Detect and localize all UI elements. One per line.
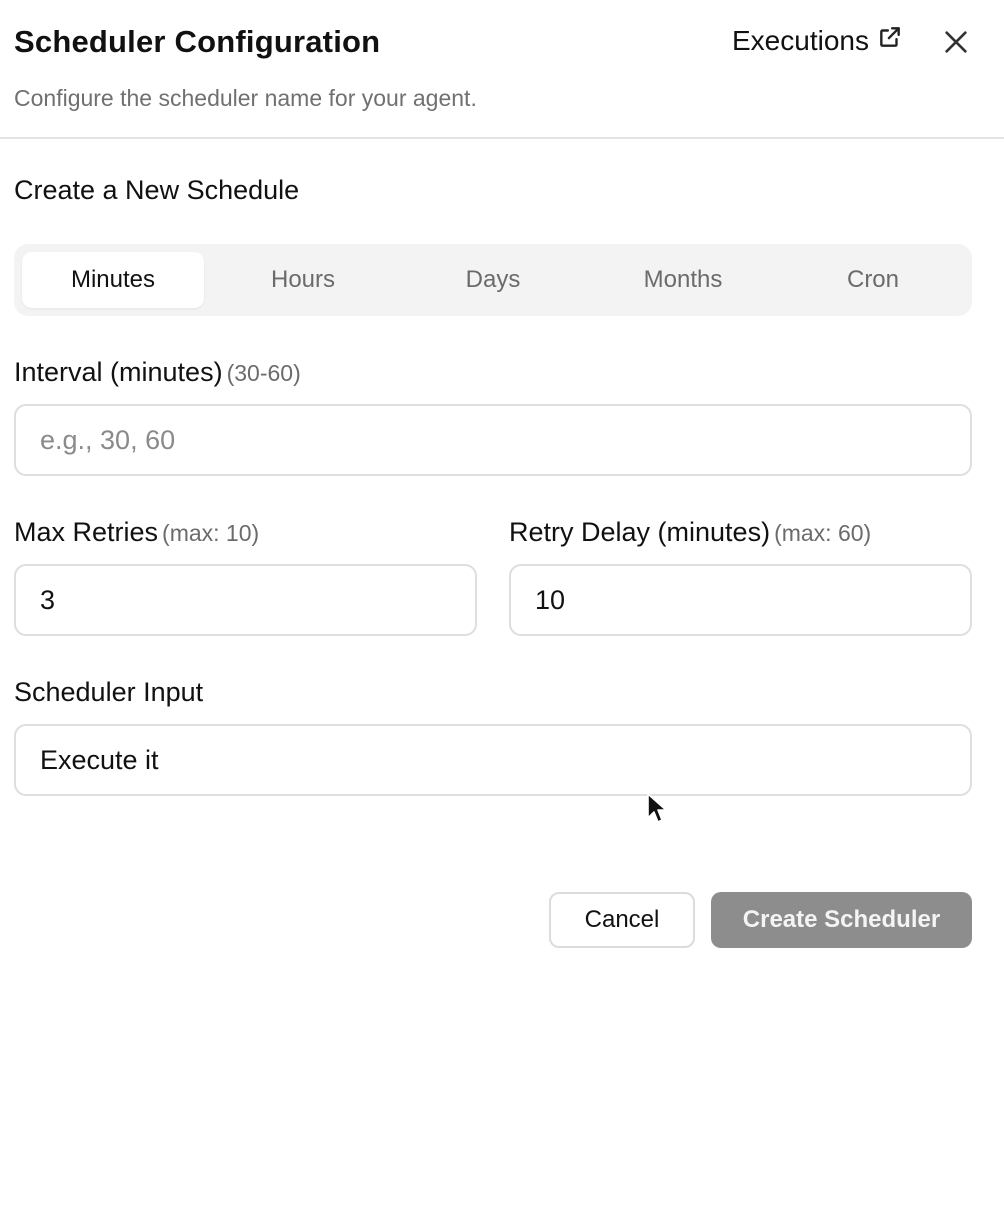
max-retries-label: Max Retries (max: 10) (14, 517, 259, 548)
executions-link[interactable]: Executions (732, 24, 903, 57)
executions-label: Executions (732, 24, 869, 56)
tab-months[interactable]: Months (592, 252, 774, 308)
max-retries-hint: (max: 10) (162, 520, 260, 546)
retry-delay-label-text: Retry Delay (minutes) (509, 517, 771, 547)
scheduler-input-label: Scheduler Input (14, 677, 204, 707)
dialog-header: Scheduler Configuration Configure the sc… (0, 0, 1004, 139)
max-retries-input[interactable] (16, 566, 475, 634)
interval-label-text: Interval (minutes) (14, 357, 223, 387)
scheduler-input-field (14, 724, 972, 796)
interval-label: Interval (minutes) (30-60) (14, 357, 301, 388)
section-title: Create a New Schedule (14, 175, 300, 205)
retry-delay-input[interactable] (511, 566, 970, 634)
retry-delay-hint: (max: 60) (774, 520, 872, 546)
tab-hours[interactable]: Hours (212, 252, 394, 308)
scheduler-dialog: Scheduler Configuration Configure the sc… (0, 0, 1004, 1228)
schedule-type-tabs: Minutes Hours Days Months Cron (14, 244, 972, 316)
max-retries-field (14, 564, 477, 636)
retry-delay-label: Retry Delay (minutes) (max: 60) (509, 517, 871, 548)
dialog-subtitle: Configure the scheduler name for your ag… (14, 85, 477, 111)
cancel-button[interactable]: Cancel (549, 892, 695, 948)
tab-minutes[interactable]: Minutes (22, 252, 204, 308)
close-button[interactable] (940, 26, 972, 58)
max-retries-label-text: Max Retries (14, 517, 159, 547)
dialog-title: Scheduler Configuration (14, 24, 381, 59)
retry-delay-field (509, 564, 972, 636)
tab-cron[interactable]: Cron (782, 252, 964, 308)
close-icon (940, 31, 972, 62)
mouse-cursor-icon (647, 793, 667, 823)
tab-days[interactable]: Days (402, 252, 584, 308)
external-link-icon (877, 24, 903, 57)
interval-hint: (30-60) (226, 360, 301, 386)
create-scheduler-button[interactable]: Create Scheduler (711, 892, 972, 948)
interval-input[interactable] (16, 406, 970, 474)
interval-field (14, 404, 972, 476)
scheduler-input[interactable] (16, 726, 970, 794)
